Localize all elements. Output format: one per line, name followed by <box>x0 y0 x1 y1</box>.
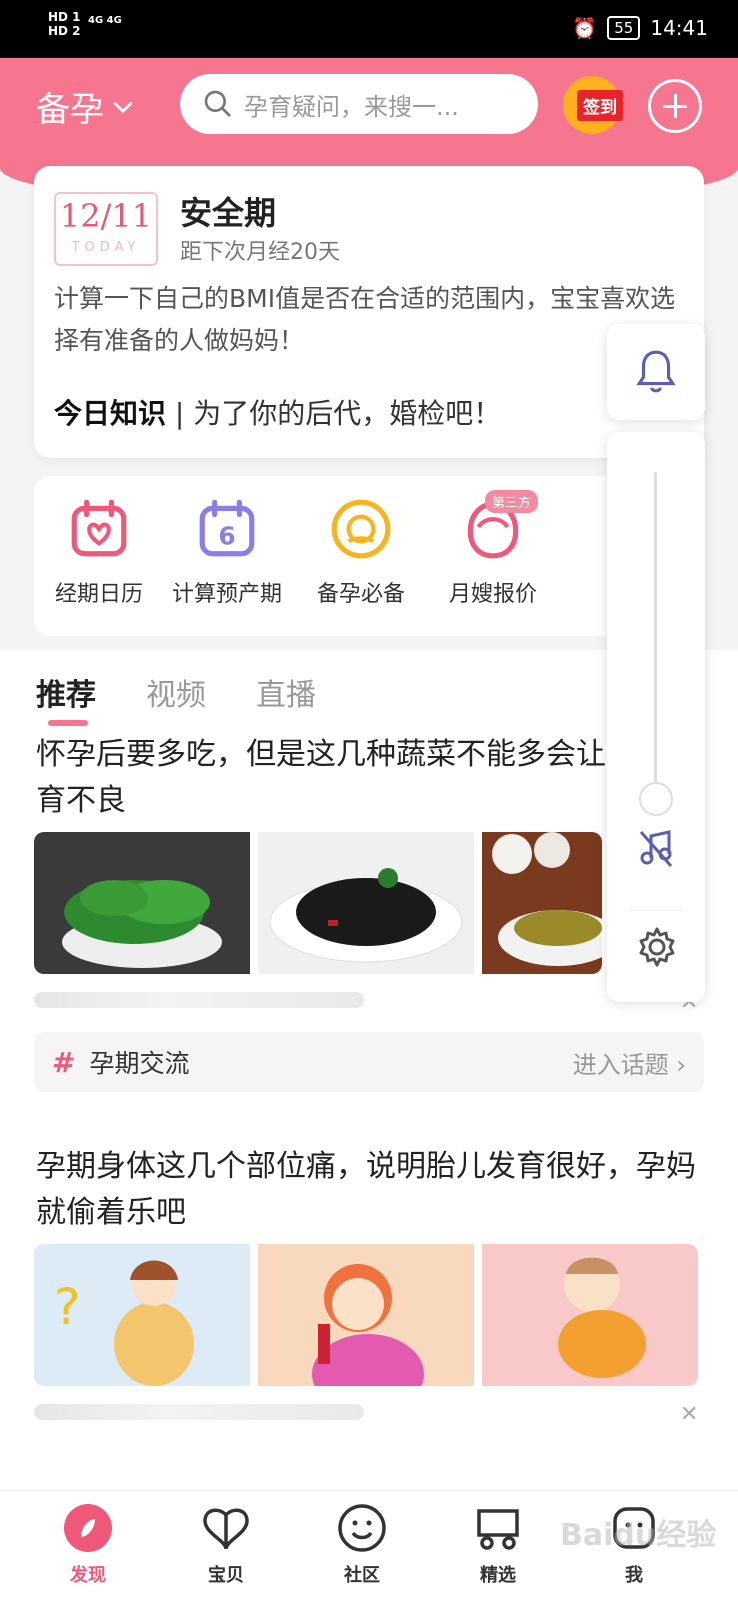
sim-indicator: HD 1 HD 2 4G 4G <box>48 10 122 38</box>
topic-label: 孕期交流 <box>89 1049 190 1078</box>
tool-due-date[interactable]: 6 计算预产期 <box>162 496 292 608</box>
nav-featured[interactable]: 精选 <box>448 1501 548 1587</box>
period-countdown: 距下次月经20天 <box>180 240 340 265</box>
enter-topic-label: 进入话题 <box>572 1050 669 1079</box>
third-party-badge: 第三方 <box>484 490 538 513</box>
add-button[interactable] <box>648 79 702 133</box>
volume-panel <box>607 432 705 1002</box>
enter-topic-link[interactable]: 进入话题 › <box>573 1045 686 1080</box>
tab-recommend[interactable]: 推荐 <box>36 670 96 726</box>
today-label: TODAY <box>71 240 141 255</box>
topic-banner[interactable]: # 孕期交流 进入话题 › <box>34 1032 704 1092</box>
tab-video[interactable]: 视频 <box>146 670 206 714</box>
cycle-card[interactable]: 12/11 TODAY 安全期 距下次月经20天 计算一下自己的BMI值是否在合… <box>34 166 704 458</box>
smile-face-icon <box>338 1504 386 1552</box>
today-date: 12/11 <box>59 197 153 235</box>
volume-slider-track[interactable] <box>654 472 657 802</box>
knowledge-label: 今日知识 <box>54 397 167 430</box>
cycle-tip: 计算一下自己的BMI值是否在合适的范围内，宝宝喜欢选择有准备的人做妈妈！ <box>54 284 676 355</box>
tab-live[interactable]: 直播 <box>256 670 316 714</box>
tool-prep-essentials[interactable]: 备孕必备 <box>296 496 426 608</box>
svg-text:6: 6 <box>218 521 235 550</box>
network-indicator: 4G 4G <box>88 15 122 26</box>
search-icon <box>204 90 231 117</box>
hashtag-icon: # <box>52 1045 76 1079</box>
tool-label: 月嫂报价 <box>448 582 537 607</box>
watermark: Baidu经验 <box>560 1518 717 1553</box>
tool-label: 备孕必备 <box>316 582 405 607</box>
article-images[interactable]: ? <box>34 1244 698 1386</box>
article-meta <box>34 1404 364 1420</box>
knowledge-text: 为了你的后代，婚检吧！ <box>193 397 502 430</box>
illustration-image <box>482 1244 698 1386</box>
discover-icon <box>64 1504 112 1552</box>
nav-label: 宝贝 <box>208 1565 244 1586</box>
svg-text:?: ? <box>54 1278 81 1336</box>
search-placeholder: 孕育疑问，来搜一... <box>244 92 459 121</box>
mode-label: 备孕 <box>36 90 104 130</box>
nav-label: 发现 <box>70 1565 106 1586</box>
illustration-image: ? <box>34 1244 250 1386</box>
tool-grid: 经期日历 6 计算预产期 备孕必备 第三方 月嫂报价 <box>34 476 704 636</box>
today-date-box: 12/11 TODAY <box>54 192 158 266</box>
bell-icon <box>636 350 676 393</box>
divider <box>629 910 683 911</box>
article-meta <box>34 992 364 1008</box>
nav-label: 精选 <box>480 1565 516 1586</box>
music-off-icon[interactable] <box>637 828 675 868</box>
article-title[interactable]: 怀孕后要多吃，但是这几种蔬菜不能多会让胎儿发育不良 <box>36 732 696 824</box>
nav-community[interactable]: 社区 <box>312 1501 412 1587</box>
chevron-down-icon <box>113 101 133 113</box>
illustration-image <box>258 1244 474 1386</box>
spinach-image <box>34 832 250 974</box>
close-icon[interactable]: ✕ <box>680 1402 698 1427</box>
nav-label: 社区 <box>344 1565 380 1586</box>
checkin-label: 签到 <box>577 90 623 121</box>
baby-book-icon <box>203 1508 249 1550</box>
search-bar[interactable]: 孕育疑问，来搜一... <box>180 74 538 134</box>
alarm-icon: ⏰ <box>572 16 598 40</box>
battery-indicator: 55 <box>607 16 641 40</box>
tool-period-calendar[interactable]: 经期日历 <box>34 496 164 608</box>
fungus-image <box>258 832 474 974</box>
clock: 14:41 <box>650 16 708 40</box>
calendar-six-icon: 6 <box>199 499 255 557</box>
essentials-circle-icon <box>331 499 391 559</box>
calendar-heart-icon <box>71 499 127 557</box>
article-title[interactable]: 孕期身体这几个部位痛，说明胎儿发育很好，孕妈就偷着乐吧 <box>36 1144 696 1236</box>
mode-selector[interactable]: 备孕 <box>36 82 136 131</box>
daily-knowledge[interactable]: 今日知识 | 为了你的后代，婚检吧！ <box>54 392 501 432</box>
checkin-button[interactable]: 签到 <box>563 76 627 134</box>
tool-label: 计算预产期 <box>171 582 282 607</box>
tool-label: 经期日历 <box>54 582 143 607</box>
nav-baby[interactable]: 宝贝 <box>176 1501 276 1587</box>
nav-discover[interactable]: 发现 <box>38 1501 138 1587</box>
article-images[interactable] <box>34 832 602 974</box>
nav-label: 我 <box>625 1565 643 1586</box>
feed-tabs: 推荐 视频 直播 <box>36 670 316 726</box>
status-bar: HD 1 HD 2 4G 4G ⏰ 55 14:41 <box>0 0 738 58</box>
volume-slider-knob[interactable] <box>639 782 673 816</box>
tool-nanny-price[interactable]: 第三方 月嫂报价 <box>428 490 558 608</box>
notification-float-button[interactable] <box>607 324 705 420</box>
cycle-status: 安全期 <box>180 194 277 232</box>
gear-icon[interactable] <box>636 926 678 968</box>
mushroom-image <box>482 832 602 974</box>
cart-icon <box>477 1509 519 1550</box>
